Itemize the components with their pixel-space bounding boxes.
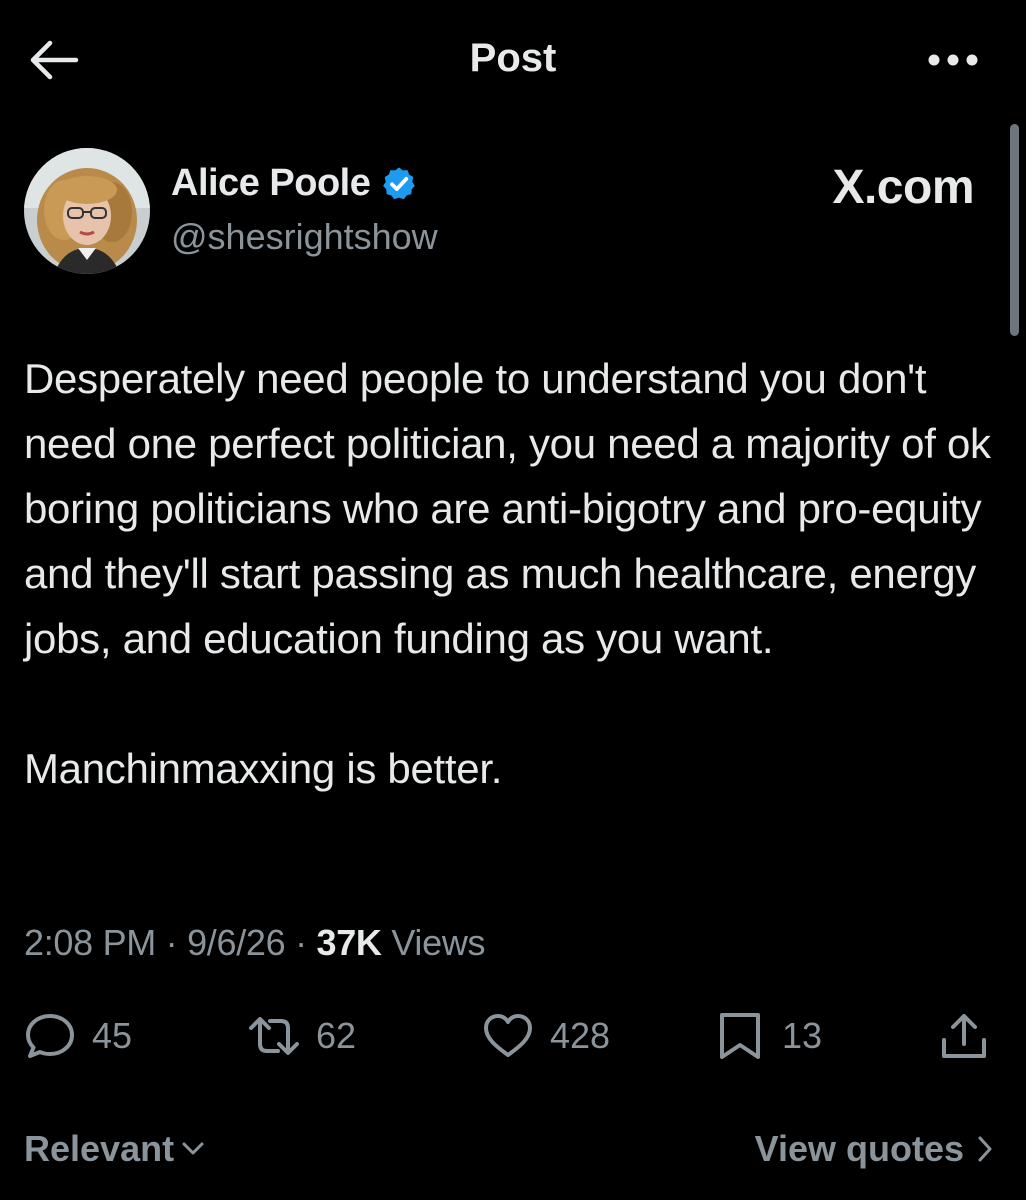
- more-button[interactable]: [926, 48, 980, 72]
- like-button[interactable]: 428: [480, 1008, 610, 1064]
- chevron-right-icon: [978, 1136, 992, 1162]
- reply-button[interactable]: 45: [22, 1008, 132, 1064]
- author-name-row: Alice Poole: [171, 162, 418, 205]
- avatar[interactable]: [24, 148, 150, 274]
- post-text: Desperately need people to understand yo…: [24, 346, 1009, 801]
- heart-icon: [484, 1014, 532, 1057]
- avatar-image: [24, 148, 150, 274]
- meta-separator: ·: [165, 922, 178, 963]
- chevron-down-icon: [182, 1142, 204, 1155]
- repost-icon: [249, 1017, 299, 1055]
- page-title: Post: [469, 36, 557, 80]
- sort-replies-dropdown[interactable]: Relevant: [24, 1128, 204, 1170]
- more-horizontal-icon: [928, 54, 978, 66]
- views-count[interactable]: 37K: [316, 922, 381, 963]
- post-meta: 2:08 PM · 9/6/26 · 37K Views: [24, 922, 486, 964]
- author-name[interactable]: Alice Poole: [171, 162, 371, 205]
- share-upload-icon: [942, 1014, 986, 1058]
- post-time[interactable]: 2:08 PM: [24, 922, 156, 963]
- sort-label: Relevant: [24, 1128, 175, 1169]
- view-quotes-label: View quotes: [754, 1128, 964, 1169]
- share-button[interactable]: [936, 1008, 992, 1064]
- x-com-watermark: X.com: [832, 161, 974, 214]
- bookmark-button[interactable]: 13: [712, 1008, 822, 1064]
- views-label[interactable]: Views: [391, 922, 485, 963]
- scrollbar-thumb[interactable]: [1010, 124, 1019, 336]
- reply-count: 45: [92, 1015, 133, 1056]
- repost-button[interactable]: 62: [246, 1008, 356, 1064]
- verified-badge-icon: [383, 166, 416, 199]
- bookmark-count: 13: [782, 1015, 823, 1056]
- bookmark-icon: [720, 1013, 760, 1059]
- author-handle[interactable]: @shesrightshow: [171, 216, 438, 258]
- repost-count: 62: [316, 1015, 357, 1056]
- like-count: 428: [550, 1015, 611, 1056]
- meta-separator: ·: [295, 922, 307, 963]
- speech-bubble-icon: [26, 1014, 74, 1058]
- post-date[interactable]: 9/6/26: [187, 922, 286, 963]
- post-paragraph: Desperately need people to understand yo…: [24, 355, 991, 662]
- view-quotes-link[interactable]: View quotes: [755, 1128, 992, 1170]
- post-paragraph: Manchinmaxxing is better.: [24, 745, 503, 792]
